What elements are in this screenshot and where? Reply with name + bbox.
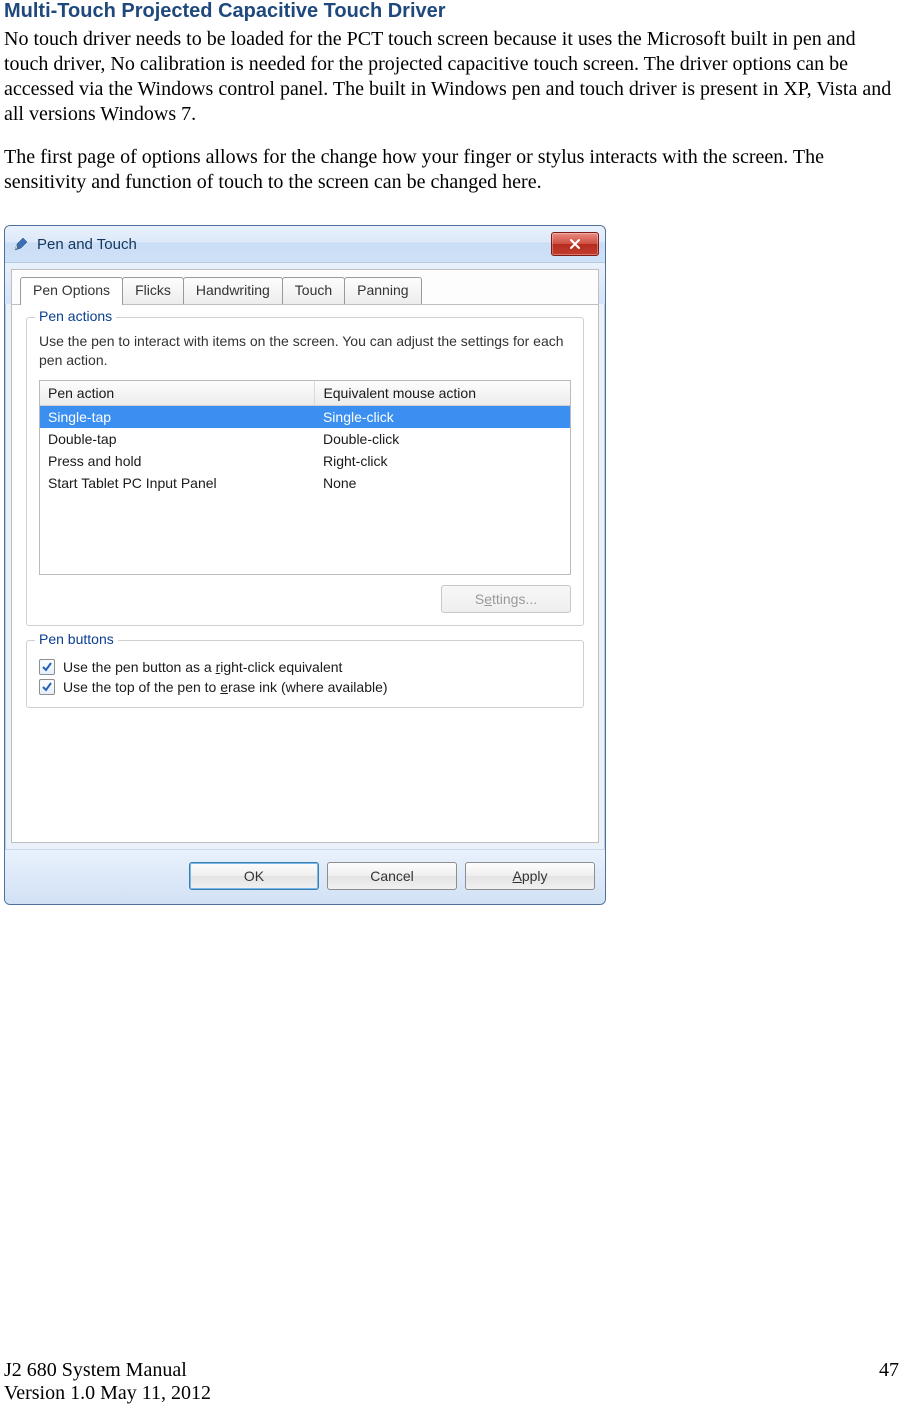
section-heading: Multi-Touch Projected Capacitive Touch D… [4, 0, 899, 23]
btn-label: pply [522, 868, 548, 884]
col-mouse-action[interactable]: Equivalent mouse action [315, 381, 570, 405]
dialog-titlebar[interactable]: Pen and Touch [5, 226, 605, 263]
tab-panning[interactable]: Panning [344, 277, 421, 305]
cancel-button[interactable]: Cancel [327, 862, 457, 890]
tab-flicks[interactable]: Flicks [122, 277, 184, 305]
checkbox-icon [39, 679, 55, 695]
page-footer: J2 680 System Manual Version 1.0 May 11,… [4, 1359, 899, 1405]
footer-version: Version 1.0 May 11, 2012 [4, 1382, 211, 1405]
pen-actions-legend: Pen actions [35, 308, 116, 324]
pen-buttons-group: Pen buttons Use the pen button as a righ… [26, 640, 584, 708]
pen-buttons-legend: Pen buttons [35, 631, 118, 647]
cell: Single-tap [40, 406, 315, 428]
cell: Double-tap [40, 428, 315, 450]
checkbox-icon [39, 659, 55, 675]
checkbox-erase-ink[interactable]: Use the top of the pen to erase ink (whe… [39, 679, 571, 695]
ok-button[interactable]: OK [189, 862, 319, 890]
list-header: Pen action Equivalent mouse action [40, 381, 570, 406]
cell: Right-click [315, 450, 570, 472]
intro-paragraph-2: The first page of options allows for the… [4, 145, 899, 195]
cell: Double-click [315, 428, 570, 450]
checkbox-label: Use the top of the pen to erase ink (whe… [63, 679, 388, 695]
table-row[interactable]: Double-tap Double-click [40, 428, 570, 450]
dialog-button-row: OK Cancel Apply [5, 849, 605, 904]
btn-label-pre: S [475, 591, 484, 607]
footer-manual-name: J2 680 System Manual [4, 1359, 211, 1382]
tab-touch[interactable]: Touch [282, 277, 345, 305]
tab-pen-options[interactable]: Pen Options [20, 277, 123, 305]
pen-actions-list[interactable]: Pen action Equivalent mouse action Singl… [39, 380, 571, 575]
settings-button: Settings... [441, 585, 571, 613]
pen-actions-description: Use the pen to interact with items on th… [39, 332, 571, 370]
col-pen-action[interactable]: Pen action [40, 381, 315, 405]
cell: None [315, 472, 570, 494]
btn-label-hotkey: e [484, 591, 492, 607]
checkbox-label: Use the pen button as a right-click equi… [63, 659, 342, 675]
dialog-title: Pen and Touch [37, 236, 551, 253]
tab-body: Pen actions Use the pen to interact with… [11, 304, 599, 843]
cell: Single-click [315, 406, 570, 428]
intro-paragraph-1: No touch driver needs to be loaded for t… [4, 27, 899, 127]
tab-handwriting[interactable]: Handwriting [183, 277, 283, 305]
close-button[interactable] [551, 232, 599, 256]
tab-strip: Pen Options Flicks Handwriting Touch Pan… [11, 269, 599, 304]
pen-and-touch-dialog: Pen and Touch Pen Options Flicks Handwri… [4, 225, 606, 905]
table-row[interactable]: Press and hold Right-click [40, 450, 570, 472]
btn-hotkey: A [512, 868, 521, 884]
cell: Press and hold [40, 450, 315, 472]
table-row[interactable]: Single-tap Single-click [40, 406, 570, 428]
pen-actions-group: Pen actions Use the pen to interact with… [26, 317, 584, 626]
table-row[interactable]: Start Tablet PC Input Panel None [40, 472, 570, 494]
btn-label-post: ttings... [492, 591, 537, 607]
cell: Start Tablet PC Input Panel [40, 472, 315, 494]
checkbox-right-click[interactable]: Use the pen button as a right-click equi… [39, 659, 571, 675]
page-number: 47 [879, 1359, 899, 1405]
apply-button[interactable]: Apply [465, 862, 595, 890]
pen-icon [13, 236, 29, 252]
